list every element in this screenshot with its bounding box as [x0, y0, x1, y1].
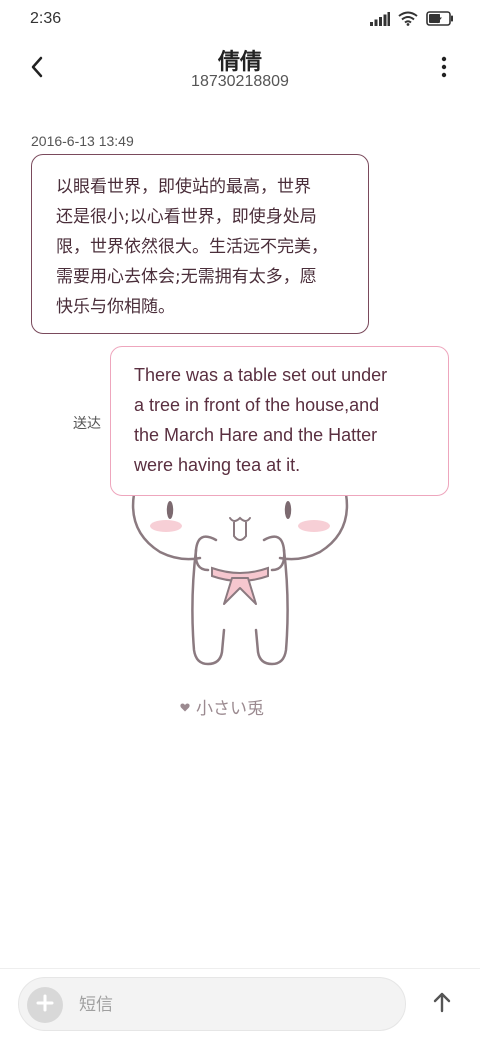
battery-charging-icon — [426, 10, 454, 30]
status-bar: 2:36 — [0, 0, 480, 40]
message-line: There was a table set out under — [134, 365, 388, 385]
message-line: were having tea at it. — [134, 455, 301, 475]
add-attachment-button[interactable] — [27, 987, 63, 1023]
bunny-wallpaper-illustration — [120, 470, 360, 680]
delivery-status: 送达 — [73, 416, 101, 432]
message-line: a tree in front of the house,and — [134, 395, 380, 415]
message-line: 快乐与你相随。 — [56, 297, 175, 317]
incoming-message-bubble[interactable]: 以眼看世界，即使站的最高，世界 还是很小;以心看世界，即使身处局 限，世界依然很… — [31, 154, 369, 334]
signal-icon — [370, 11, 390, 30]
contact-phone-number: 18730218809 — [191, 73, 289, 90]
message-line: 需要用心去体会;无需拥有太多，愿 — [56, 267, 317, 287]
bunny-caption: 小さい兎 — [180, 694, 264, 719]
message-line: 以眼看世界，即使站的最高，世界 — [56, 177, 311, 197]
contact-name: 倩倩 — [217, 50, 262, 75]
input-divider — [0, 968, 480, 969]
message-line: 限，世界依然很大。生活远不完美， — [56, 237, 328, 257]
plus-icon — [36, 994, 54, 1016]
arrow-up-icon — [432, 991, 452, 1017]
message-timestamp: 2016-6-13 13:49 — [31, 133, 134, 149]
message-input-bar — [18, 977, 406, 1031]
conversation-header: 倩倩 18730218809 — [0, 40, 480, 100]
heart-icon — [180, 697, 190, 717]
sms-text-input[interactable] — [77, 986, 381, 1024]
wifi-icon — [398, 11, 418, 30]
status-time: 2:36 — [30, 10, 62, 27]
message-line: 还是很小;以心看世界，即使身处局 — [56, 207, 317, 227]
more-options-button[interactable] — [432, 54, 456, 84]
status-icons — [370, 10, 454, 30]
message-line: the March Hare and the Hatter — [134, 425, 378, 445]
more-vertical-icon — [441, 56, 447, 82]
outgoing-message-bubble[interactable]: There was a table set out under a tree i… — [110, 346, 449, 496]
send-button[interactable] — [426, 988, 458, 1020]
bunny-caption-text: 小さい兎 — [196, 699, 264, 719]
